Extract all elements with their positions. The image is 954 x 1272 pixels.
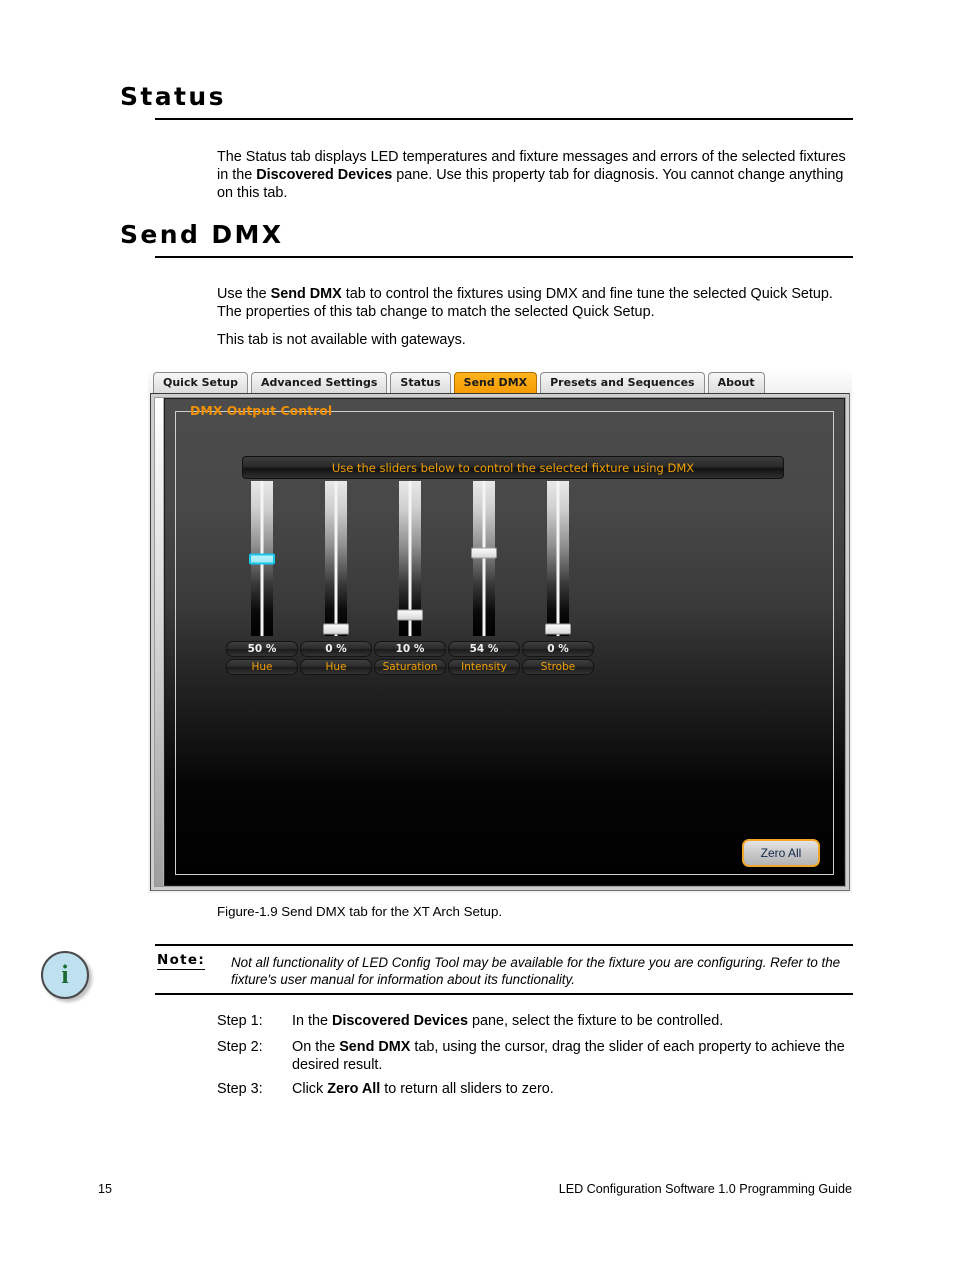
app-frame: DMX Output Control Use the sliders below…: [150, 393, 850, 891]
slider-label-strobe-4[interactable]: Strobe: [522, 659, 594, 675]
paragraph-send-dmx: Use the Send DMX tab to control the fixt…: [217, 286, 833, 321]
figure-caption: Figure-1.9 Send DMX tab for the XT Arch …: [217, 904, 503, 919]
heading-rule-send-dmx: [155, 256, 853, 258]
paragraph-status: The Status tab displays LED temperatures…: [217, 149, 846, 202]
slider-thumb[interactable]: [397, 609, 423, 621]
instruction-banner: Use the sliders below to control the sel…: [242, 456, 784, 479]
slider-strobe-4[interactable]: [545, 481, 571, 636]
slider-thumb[interactable]: [545, 623, 571, 635]
step-label: Step 3:: [217, 1081, 263, 1097]
slider-centerline: [334, 481, 338, 636]
slider-hue-1[interactable]: [323, 481, 349, 636]
paragraph-gateways: This tab is not available with gateways.: [217, 332, 466, 348]
groupbox-title: DMX Output Control: [185, 403, 338, 419]
note-rule-top: [155, 944, 853, 946]
step-label: Step 1:: [217, 1013, 263, 1029]
step-row: Step 2: On the Send DMX tab, using the cu…: [217, 1038, 853, 1074]
info-icon: i: [41, 951, 89, 999]
application-window-figure: Quick Setup Advanced Settings Status Send D…: [148, 369, 852, 893]
footer-title: LED Configuration Software 1.0 Programmi…: [558, 1182, 852, 1196]
step-text: In the Discovered Devices pane, select t…: [292, 1013, 724, 1029]
slider-label-saturation-2[interactable]: Saturation: [374, 659, 446, 675]
note-rule-bottom: [155, 993, 853, 995]
tab-quick-setup[interactable]: Quick Setup: [153, 372, 248, 393]
slider-centerline: [556, 481, 560, 636]
tab-advanced-settings[interactable]: Advanced Settings: [250, 372, 388, 393]
slider-centerline: [482, 481, 486, 636]
left-scroll-strip[interactable]: [155, 398, 164, 886]
step-label: Step 2:: [217, 1039, 263, 1055]
slider-value-intensity-3[interactable]: 54 %: [448, 641, 520, 657]
slider-column-saturation-2: 10 % Saturation: [373, 481, 447, 675]
tab-status[interactable]: Status: [390, 372, 451, 393]
heading-status: Status: [120, 82, 226, 111]
step-text: On the Send DMX tab, using the cursor, d…: [292, 1039, 845, 1074]
slider-thumb[interactable]: [323, 623, 349, 635]
tab-strip: Quick Setup Advanced Settings Status Send D…: [148, 369, 852, 393]
step-row: Step 1: In the Discovered Devices pane, s…: [217, 1012, 853, 1030]
note-text: Not all functionality of LED Config Tool…: [231, 955, 841, 987]
document-page: Status The Status tab displays LED tempe…: [0, 0, 954, 1272]
slider-value-hue-0[interactable]: 50 %: [226, 641, 298, 657]
step-row: Step 3: Click Zero All to return all slid…: [217, 1080, 853, 1098]
heading-send-dmx: Send DMX: [120, 220, 284, 249]
slider-column-strobe-4: 0 % Strobe: [521, 481, 595, 675]
slider-column-intensity-3: 54 % Intensity: [447, 481, 521, 675]
footer-page-number: 15: [98, 1182, 113, 1196]
zero-all-button[interactable]: Zero All: [742, 839, 820, 867]
slider-hue-0[interactable]: [249, 481, 275, 636]
slider-label-hue-1[interactable]: Hue: [300, 659, 372, 675]
note-label: Note:: [157, 952, 206, 970]
slider-thumb[interactable]: [249, 553, 275, 564]
tab-presets-and-sequences[interactable]: Presets and Sequences: [540, 372, 705, 393]
slider-thumb[interactable]: [471, 547, 497, 559]
slider-intensity-3[interactable]: [471, 481, 497, 636]
slider-label-hue-0[interactable]: Hue: [226, 659, 298, 675]
slider-label-intensity-3[interactable]: Intensity: [448, 659, 520, 675]
slider-value-hue-1[interactable]: 0 %: [300, 641, 372, 657]
step-text: Click Zero All to return all sliders to …: [292, 1081, 554, 1097]
slider-value-saturation-2[interactable]: 10 %: [374, 641, 446, 657]
slider-column-hue-0: 50 % Hue: [225, 481, 299, 675]
app-frame-inner: DMX Output Control Use the sliders below…: [154, 397, 846, 887]
slider-group: 50 % Hue 0 % Hue 10 % Saturation 54 % Intensity…: [225, 481, 625, 675]
tab-send-dmx[interactable]: Send DMX: [453, 372, 538, 393]
heading-rule-status: [155, 118, 853, 120]
slider-column-hue-1: 0 % Hue: [299, 481, 373, 675]
tab-about[interactable]: About: [707, 372, 765, 393]
slider-saturation-2[interactable]: [397, 481, 423, 636]
slider-value-strobe-4[interactable]: 0 %: [522, 641, 594, 657]
dmx-output-panel: DMX Output Control Use the sliders below…: [164, 398, 845, 886]
